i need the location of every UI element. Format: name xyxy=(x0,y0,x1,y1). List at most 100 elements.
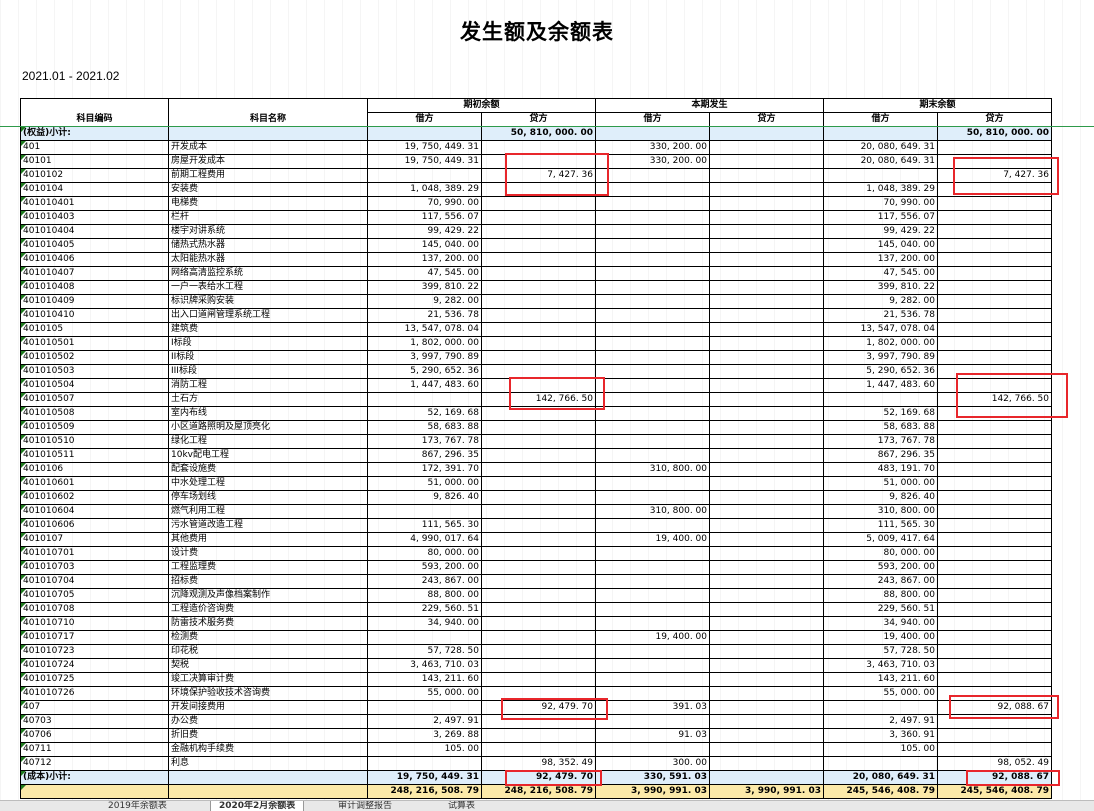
cell-account-code[interactable]: 401010404 xyxy=(20,224,169,239)
cell-account-code[interactable]: 401010507 xyxy=(20,392,169,407)
cell-opening-credit[interactable] xyxy=(481,322,596,337)
cell-closing-debit[interactable]: 243, 867. 00 xyxy=(823,574,938,589)
cell-closing-credit[interactable] xyxy=(937,266,1052,281)
cell-closing-debit[interactable]: 111, 565. 30 xyxy=(823,518,938,533)
cell-closing-debit[interactable]: 173, 767. 78 xyxy=(823,434,938,449)
cell-current-credit[interactable] xyxy=(709,700,824,715)
cell-closing-debit[interactable]: 867, 296. 35 xyxy=(823,448,938,463)
cell-account-name[interactable]: 印花税 xyxy=(168,644,368,659)
cell-opening-credit[interactable] xyxy=(481,210,596,225)
cell-current-credit[interactable] xyxy=(709,224,824,239)
cell-closing-debit[interactable]: 70, 990. 00 xyxy=(823,196,938,211)
cell-account-code[interactable]: (成本)小计: xyxy=(20,770,169,785)
cell-account-code[interactable]: 401010504 xyxy=(20,378,169,393)
col-header-closing[interactable]: 期末余额 xyxy=(823,98,1052,113)
cell-current-debit[interactable]: 330, 200. 00 xyxy=(595,154,710,169)
cell-opening-credit[interactable] xyxy=(481,630,596,645)
cell-opening-credit[interactable] xyxy=(481,336,596,351)
cell-closing-credit[interactable] xyxy=(937,490,1052,505)
cell-current-debit[interactable] xyxy=(595,308,710,323)
cell-opening-debit[interactable] xyxy=(367,392,482,407)
cell-closing-credit[interactable] xyxy=(937,378,1052,393)
cell-closing-debit[interactable]: 3, 463, 710. 03 xyxy=(823,658,938,673)
cell-closing-debit[interactable]: 310, 800. 00 xyxy=(823,504,938,519)
cell-closing-debit[interactable]: 105. 00 xyxy=(823,742,938,757)
cell-account-code[interactable]: 401010408 xyxy=(20,280,169,295)
cell-closing-credit[interactable] xyxy=(937,686,1052,701)
cell-current-debit[interactable] xyxy=(595,490,710,505)
cell-account-name[interactable]: 开发成本 xyxy=(168,140,368,155)
cell-account-name[interactable]: 消防工程 xyxy=(168,378,368,393)
cell-closing-credit[interactable] xyxy=(937,476,1052,491)
cell-account-code[interactable]: 401010602 xyxy=(20,490,169,505)
cell-current-credit[interactable] xyxy=(709,728,824,743)
cell-account-code[interactable]: 401010410 xyxy=(20,308,169,323)
cell-current-debit[interactable] xyxy=(595,644,710,659)
cell-current-credit[interactable] xyxy=(709,210,824,225)
cell-current-debit[interactable] xyxy=(595,518,710,533)
cell-closing-credit[interactable] xyxy=(937,574,1052,589)
cell-opening-debit[interactable]: 70, 990. 00 xyxy=(367,196,482,211)
cell-account-name[interactable]: 房屋开发成本 xyxy=(168,154,368,169)
cell-closing-debit[interactable]: 2, 497. 91 xyxy=(823,714,938,729)
cell-opening-credit[interactable] xyxy=(481,714,596,729)
cell-closing-credit[interactable] xyxy=(937,742,1052,757)
cell-current-credit[interactable] xyxy=(709,196,824,211)
cell-account-name[interactable]: 燃气利用工程 xyxy=(168,504,368,519)
cell-account-code[interactable]: 401010606 xyxy=(20,518,169,533)
cell-opening-debit[interactable] xyxy=(367,504,482,519)
cell-account-name[interactable] xyxy=(168,770,368,785)
cell-current-debit[interactable] xyxy=(595,420,710,435)
cell-closing-credit[interactable] xyxy=(937,728,1052,743)
cell-account-code[interactable]: 401010406 xyxy=(20,252,169,267)
cell-closing-credit[interactable] xyxy=(937,714,1052,729)
cell-opening-debit[interactable]: 1, 447, 483. 60 xyxy=(367,378,482,393)
cell-account-code[interactable]: 401010725 xyxy=(20,672,169,687)
cell-opening-credit[interactable] xyxy=(481,434,596,449)
cell-closing-debit[interactable]: 137, 200. 00 xyxy=(823,252,938,267)
cell-closing-debit[interactable]: 52, 169. 68 xyxy=(823,406,938,421)
cell-account-code[interactable]: 401010704 xyxy=(20,574,169,589)
cell-account-name[interactable]: 招标费 xyxy=(168,574,368,589)
cell-opening-debit[interactable]: 99, 429. 22 xyxy=(367,224,482,239)
cell-account-code[interactable]: 401010503 xyxy=(20,364,169,379)
cell-current-credit[interactable] xyxy=(709,756,824,771)
cell-opening-credit[interactable]: 92, 479. 70 xyxy=(481,770,596,785)
cell-opening-debit[interactable]: 52, 169. 68 xyxy=(367,406,482,421)
cell-current-credit[interactable] xyxy=(709,546,824,561)
cell-closing-credit[interactable] xyxy=(937,588,1052,603)
cell-current-credit[interactable] xyxy=(709,238,824,253)
cell-current-credit[interactable] xyxy=(709,462,824,477)
cell-current-credit[interactable] xyxy=(709,490,824,505)
cell-closing-credit[interactable] xyxy=(937,294,1052,309)
cell-closing-debit[interactable]: 13, 547, 078. 04 xyxy=(823,322,938,337)
cell-account-code[interactable]: 401010407 xyxy=(20,266,169,281)
cell-account-name[interactable]: III标段 xyxy=(168,364,368,379)
cell-opening-credit[interactable] xyxy=(481,588,596,603)
cell-closing-debit[interactable]: 117, 556. 07 xyxy=(823,210,938,225)
cell-closing-credit[interactable] xyxy=(937,322,1052,337)
cell-current-debit[interactable] xyxy=(595,364,710,379)
cell-account-name[interactable]: 其他费用 xyxy=(168,532,368,547)
cell-account-name[interactable]: 建筑费 xyxy=(168,322,368,337)
cell-current-debit[interactable] xyxy=(595,476,710,491)
col-header-opening-debit[interactable]: 借方 xyxy=(367,112,482,127)
cell-account-name[interactable]: 储热式热水器 xyxy=(168,238,368,253)
cell-current-debit[interactable] xyxy=(595,378,710,393)
cell-opening-credit[interactable] xyxy=(481,140,596,155)
cell-current-debit[interactable] xyxy=(595,294,710,309)
cell-account-code[interactable]: 401010717 xyxy=(20,630,169,645)
cell-closing-debit[interactable] xyxy=(823,392,938,407)
cell-account-name[interactable]: 污水管道改造工程 xyxy=(168,518,368,533)
cell-current-credit[interactable] xyxy=(709,182,824,197)
cell-opening-debit[interactable]: 593, 200. 00 xyxy=(367,560,482,575)
cell-opening-debit[interactable]: 55, 000. 00 xyxy=(367,686,482,701)
cell-closing-debit[interactable]: 3, 360. 91 xyxy=(823,728,938,743)
cell-account-name[interactable]: 太阳能热水器 xyxy=(168,252,368,267)
cell-opening-credit[interactable] xyxy=(481,504,596,519)
cell-opening-debit[interactable]: 88, 800. 00 xyxy=(367,588,482,603)
cell-closing-credit[interactable]: 98, 052. 49 xyxy=(937,756,1052,771)
cell-opening-credit[interactable]: 50, 810, 000. 00 xyxy=(481,126,596,141)
cell-opening-debit[interactable]: 399, 810. 22 xyxy=(367,280,482,295)
cell-account-code[interactable] xyxy=(20,784,169,799)
